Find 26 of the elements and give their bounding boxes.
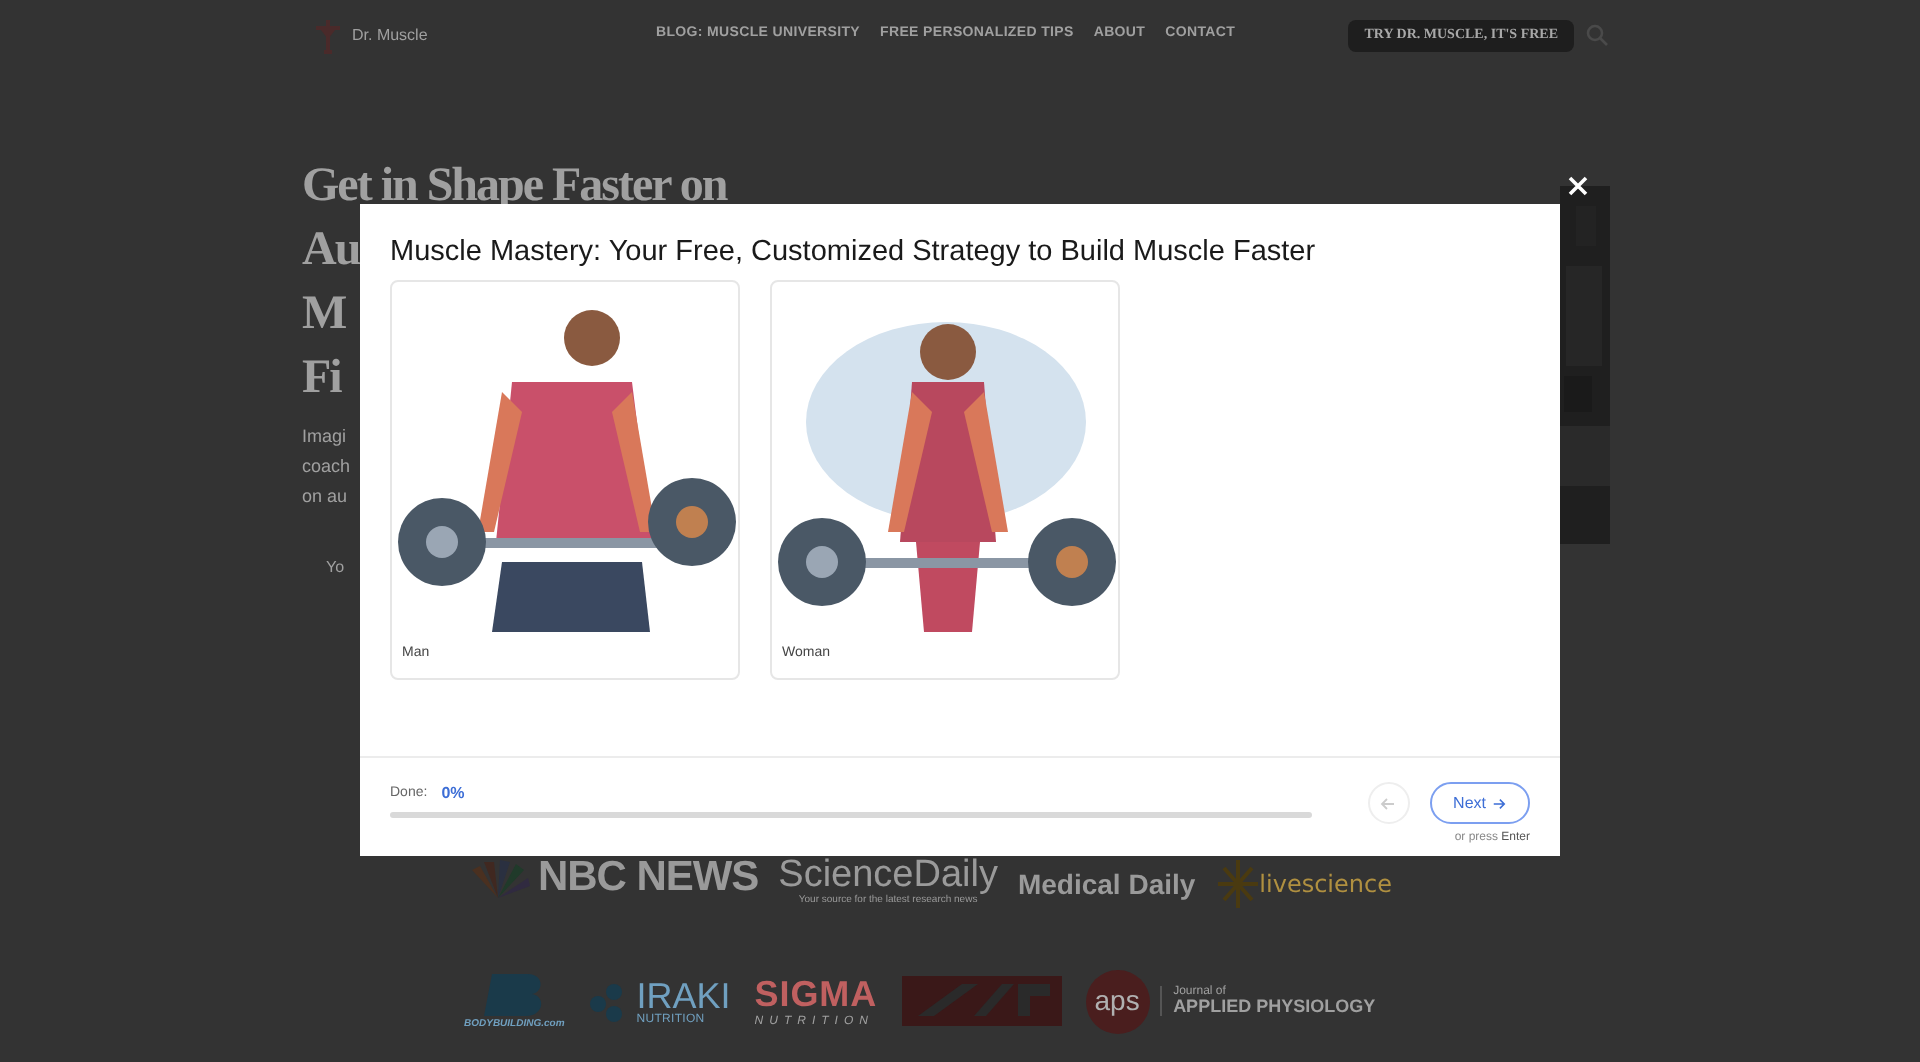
next-button[interactable]: Next: [1429, 782, 1530, 824]
sigma-logo: SIGMA: [754, 975, 878, 1011]
journal-name: APPLIED PHYSIOLOGY: [1173, 998, 1376, 1016]
nbc-news-logo: NBC NEWS: [538, 856, 759, 898]
iraki-logo: IRAKI: [636, 977, 731, 1013]
aps-logo: aps: [1085, 969, 1150, 1033]
logo-text[interactable]: Dr. Muscle: [352, 23, 428, 47]
arrow-left-icon: [1380, 797, 1397, 809]
search-icon[interactable]: [1586, 24, 1608, 46]
sciencedaily-logo: ScienceDaily: [778, 856, 998, 894]
hero-title-line: Get in Shape Faster on: [302, 158, 727, 216]
modal-title: Muscle Mastery: Your Free, Customized Strategy to Build Muscle Faster: [390, 234, 1318, 270]
hero-title-line: Fi: [302, 350, 341, 408]
hero-body-line: Imagi: [302, 424, 347, 450]
note-text: Yo: [326, 556, 347, 580]
livescience-logo: livescience: [1259, 868, 1392, 902]
hero-body-line: coach: [302, 454, 351, 480]
arrow-right-icon: [1492, 797, 1506, 809]
progress-value: 0%: [441, 782, 465, 806]
hero-title-line: Au: [302, 222, 360, 280]
sun-icon: [1215, 856, 1260, 912]
emblem-icon: [901, 976, 1062, 1026]
hero-title-line: M: [302, 286, 346, 344]
medical-daily-logo: Medical Daily: [1017, 866, 1196, 904]
hero-body-line: on au: [302, 484, 348, 510]
close-icon[interactable]: [1564, 172, 1590, 198]
